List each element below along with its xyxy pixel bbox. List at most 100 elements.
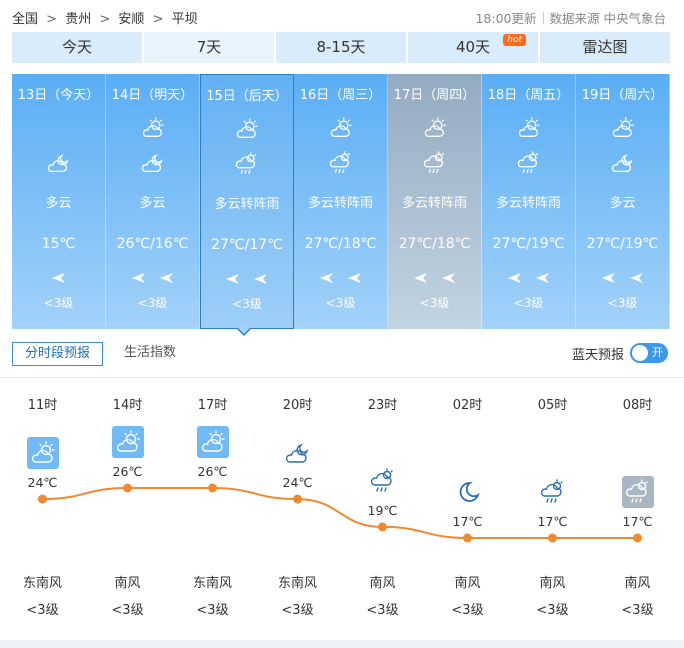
day-condition: 多云转阵雨: [307, 196, 373, 211]
breadcrumb-city[interactable]: 安顺: [118, 8, 144, 27]
breadcrumb-separator: >: [152, 12, 164, 27]
hour-temperature: 26℃: [197, 464, 228, 479]
hour-temperature: 24℃: [27, 475, 58, 491]
hourly-column: 02时 17℃ 南风 <3级: [425, 378, 510, 628]
day-date: 17日（周四）: [393, 88, 476, 103]
day-condition: 多云: [45, 196, 72, 211]
wind-direction-icon: [319, 269, 335, 283]
moon-icon: [452, 476, 484, 508]
day-condition: 多云: [609, 196, 636, 211]
breadcrumb-province[interactable]: 贵州: [65, 8, 91, 27]
day-card[interactable]: 16日（周三） 多云转阵雨 27℃/18℃ <3级: [294, 74, 388, 329]
day-temperature: 27℃/17℃: [211, 237, 283, 253]
day-wind-level: <3级: [325, 296, 356, 310]
tab-label: 8-15天: [316, 38, 366, 56]
hour-time: 17时: [197, 398, 228, 413]
day-wind-level: <3级: [607, 296, 638, 310]
hour-wind-direction: 南风: [114, 576, 141, 591]
wind-icons: [201, 270, 293, 284]
shower-icon: [422, 150, 448, 176]
hot-badge: hot: [503, 34, 526, 46]
day-card-selected[interactable]: 15日（后天） 多云转阵雨 27℃/17℃ <3级: [200, 74, 294, 329]
partly-cloudy-night-icon: [282, 437, 314, 469]
hour-temperature: 19℃: [367, 502, 398, 518]
wind-icons: [294, 269, 387, 283]
day-temperature: 27℃/18℃: [304, 236, 377, 252]
tab-7-days[interactable]: 7天: [144, 32, 274, 63]
day-card[interactable]: 18日（周五） 多云转阵雨 27℃/19℃ <3级: [482, 74, 576, 329]
wind-direction-icon: [441, 269, 457, 283]
tab-hourly-forecast[interactable]: 分时段预报: [12, 342, 103, 366]
breadcrumb-separator: >: [46, 12, 58, 27]
hour-wind-level: <3级: [281, 603, 314, 618]
breadcrumb-country[interactable]: 全国: [12, 8, 38, 27]
day-wind-level: <3级: [513, 296, 544, 310]
partly-cloudy-icon: [610, 116, 636, 140]
day-condition: 多云转阵雨: [401, 196, 467, 211]
wind-direction-icon: [535, 269, 551, 283]
breadcrumb-county: 平坝: [171, 12, 198, 27]
wind-direction-icon: [159, 269, 175, 283]
shower-icon: [328, 150, 354, 176]
hour-temperature: 17℃: [537, 514, 568, 529]
hour-time: 23时: [367, 398, 398, 413]
tab-label: 7天: [196, 38, 222, 56]
hour-wind-direction: 南风: [539, 576, 566, 591]
tab-life-index[interactable]: 生活指数: [124, 342, 176, 366]
day-date: 15日（后天）: [206, 89, 288, 104]
partly-cloudy-icon: [516, 116, 542, 140]
day-card[interactable]: 14日（明天） 多云 26℃/16℃ <3级: [106, 74, 200, 329]
hourly-forecast: 11时 24℃ 东南风 <3级 14时 26℃ 南风 <3级 17时 26℃ 东南风 <3级 20…: [0, 378, 684, 628]
wind-direction-icon: [225, 270, 241, 284]
day-temperature: 27℃/18℃: [398, 236, 471, 252]
hourly-column: 08时 17℃ 南风 <3级: [595, 378, 680, 628]
bottom-strip: [0, 640, 684, 648]
tab-label: 40天: [455, 38, 491, 56]
tab-label: 雷达图: [582, 38, 628, 56]
partly-cloudy-icon: [234, 117, 260, 141]
day-date: 18日（周五）: [487, 88, 570, 103]
hour-time: 11时: [27, 398, 58, 413]
hour-wind-direction: 东南风: [277, 576, 317, 591]
day-date: 14日（明天）: [111, 88, 194, 103]
day-date: 13日（今天）: [17, 88, 100, 103]
blue-sky-toggle[interactable]: 开: [630, 343, 668, 363]
hour-wind-level: <3级: [111, 603, 144, 618]
wind-icons: [388, 269, 481, 283]
day-card[interactable]: 13日（今天） 多云 15℃ <3级: [12, 74, 106, 329]
selected-day-pointer: [236, 327, 252, 336]
divider: [542, 12, 544, 24]
shower-icon: [234, 151, 260, 177]
wind-icons: [106, 269, 199, 283]
partly-cloudy-icon: [422, 116, 448, 140]
tab-8-15-days[interactable]: 8-15天: [276, 32, 406, 63]
hour-wind-level: <3级: [196, 603, 229, 618]
tab-label: 今天: [61, 38, 92, 56]
hour-wind-level: <3级: [536, 603, 569, 618]
shower-icon: [537, 476, 569, 508]
hour-wind-level: <3级: [451, 603, 484, 618]
update-time: 18:00更新: [475, 11, 537, 26]
hourly-column: 14时 26℃ 南风 <3级: [85, 378, 170, 628]
partly-cloudy-icon: [140, 116, 166, 140]
shower-icon: [367, 465, 399, 497]
blue-sky-label: 蓝天预报: [571, 347, 624, 363]
hourly-column: 05时 17℃ 南风 <3级: [510, 378, 595, 628]
day-card[interactable]: 19日（周六） 多云 27℃/19℃ <3级: [576, 74, 670, 329]
day-condition: 多云转阵雨: [214, 197, 280, 212]
toggle-text: 开: [652, 346, 663, 359]
hour-time: 02时: [452, 398, 483, 413]
day-card[interactable]: 17日（周四） 多云转阵雨 27℃/18℃ <3级: [388, 74, 482, 329]
daily-forecast: 13日（今天） 多云 15℃ <3级 14日（明天） 多云 26℃/16℃ <3级 15…: [12, 74, 670, 329]
tab-today[interactable]: 今天: [12, 32, 142, 63]
partly-cloudy-icon: [26, 437, 59, 470]
tab-40-days[interactable]: 40天 hot: [408, 32, 538, 63]
wind-direction-icon: [51, 269, 67, 283]
tab-radar[interactable]: 雷达图: [540, 32, 670, 63]
day-condition: 多云: [139, 196, 166, 211]
day-condition: 多云转阵雨: [495, 196, 561, 211]
wind-direction-icon: [347, 269, 363, 283]
hourly-column: 20时 24℃ 东南风 <3级: [255, 378, 340, 628]
hourly-column: 17时 26℃ 东南风 <3级: [170, 378, 255, 628]
wind-direction-icon: [413, 269, 429, 283]
